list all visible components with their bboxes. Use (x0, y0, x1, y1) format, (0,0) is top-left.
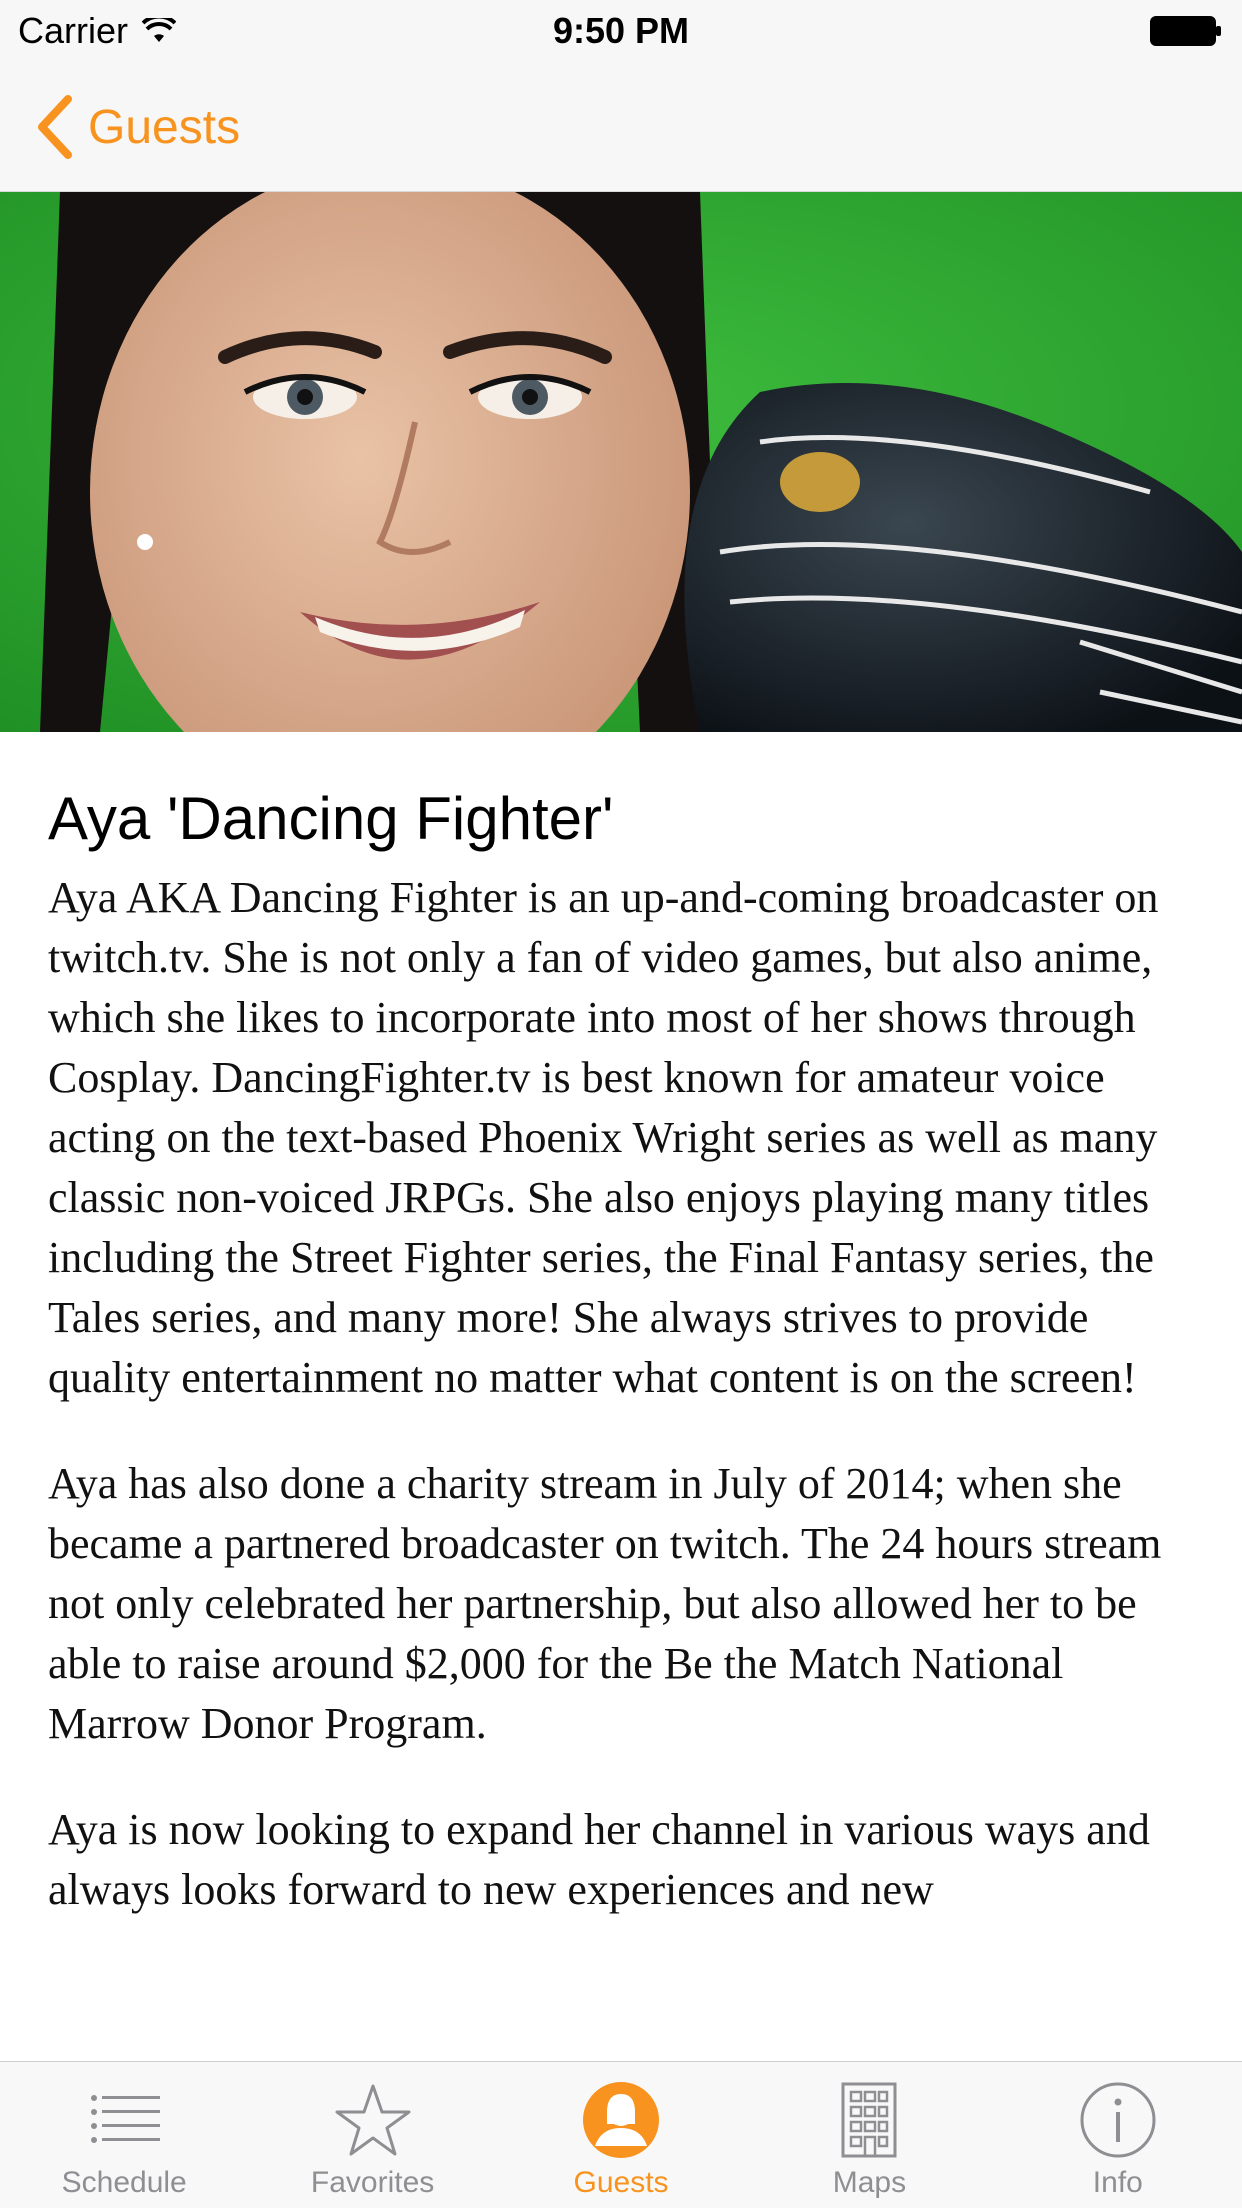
tab-schedule[interactable]: Schedule (0, 2062, 248, 2208)
tab-bar: Schedule Favorites Guests Maps Info (0, 2061, 1242, 2208)
tab-label: Favorites (310, 2166, 435, 2199)
guest-photo (0, 192, 1242, 732)
tab-label: Maps (832, 2166, 907, 2199)
guest-name: Aya 'Dancing Fighter' (48, 785, 614, 852)
battery-icon (1150, 16, 1221, 46)
bio-paragraph: Aya AKA Dancing Fighter is an up-and-com… (48, 873, 1159, 1402)
tab-guests[interactable]: Guests (497, 2062, 745, 2208)
tab-favorites[interactable]: Favorites (248, 2062, 496, 2208)
person-icon (583, 2082, 660, 2158)
back-button[interactable]: Guests (34, 92, 240, 162)
status-time: 9:50 PM (552, 10, 690, 51)
building-icon (841, 2082, 897, 2158)
info-icon (1080, 2082, 1156, 2158)
chevron-left-icon (38, 95, 72, 159)
status-bar: Carrier 9:50 PM (0, 0, 1242, 62)
tab-maps[interactable]: Maps (745, 2062, 993, 2208)
tab-info[interactable]: Info (994, 2062, 1242, 2208)
back-button-label: Guests (88, 100, 241, 154)
guest-photo-illustration (0, 192, 1242, 732)
bio-paragraph: Aya is now looking to expand her channel… (48, 1805, 1150, 1914)
tab-label: Info (1092, 2166, 1143, 2199)
guest-bio: Aya AKA Dancing Fighter is an up-and-com… (48, 868, 1198, 1920)
navigation-bar: Guests (0, 62, 1242, 192)
guest-detail: Aya 'Dancing Fighter' Aya AKA Dancing Fi… (48, 782, 1198, 1966)
bio-paragraph: Aya has also done a charity stream in Ju… (48, 1459, 1162, 1748)
star-icon (335, 2084, 411, 2156)
tab-label: Guests (573, 2166, 669, 2199)
tab-label: Schedule (61, 2166, 187, 2199)
list-icon (91, 2095, 161, 2143)
